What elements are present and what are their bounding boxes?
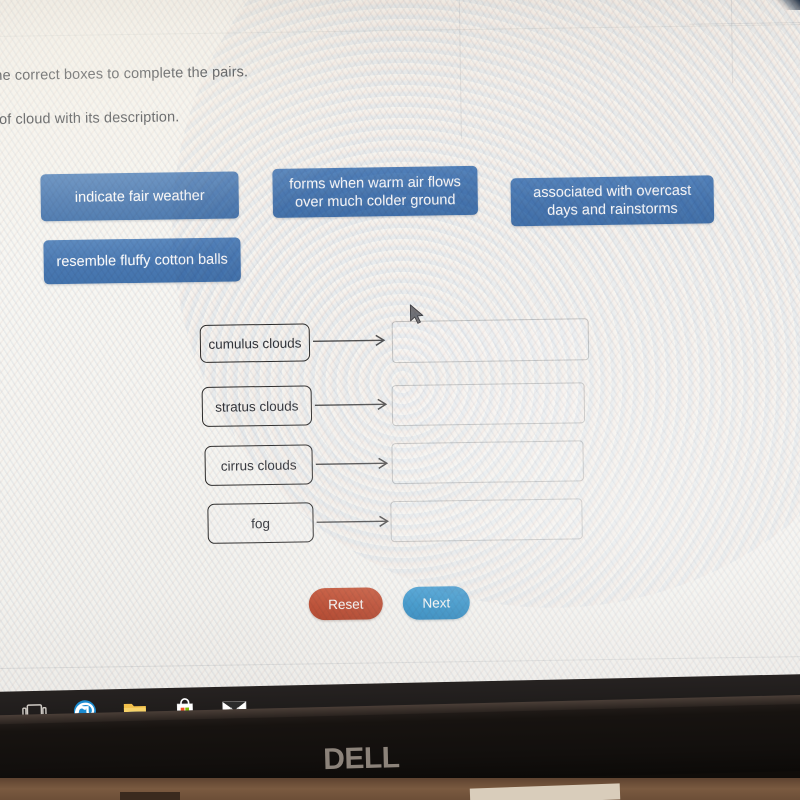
- glass-reflection-line: [458, 0, 462, 140]
- drop-zone-cirrus[interactable]: [391, 440, 584, 485]
- drop-zone-cumulus[interactable]: [391, 318, 590, 364]
- draggable-tile-fluffy-cotton-balls[interactable]: resemble fluffy cotton balls: [43, 237, 241, 285]
- match-row-cirrus: cirrus clouds: [204, 440, 584, 486]
- quiz-page: o the correct boxes to complete the pair…: [0, 0, 800, 702]
- arrow-icon: [312, 334, 386, 347]
- dell-logo-text: DELL: [322, 741, 400, 777]
- photo-of-monitor: o the correct boxes to complete the pair…: [0, 0, 800, 800]
- instruction-line-1: o the correct boxes to complete the pair…: [0, 64, 249, 85]
- term-label-cumulus-clouds: cumulus clouds: [199, 323, 311, 363]
- glass-reflection-line: [689, 21, 800, 25]
- draggable-tile-fair-weather[interactable]: indicate fair weather: [40, 171, 240, 222]
- monitor-screen: o the correct boxes to complete the pair…: [0, 0, 800, 713]
- drop-zone-stratus[interactable]: [391, 382, 586, 427]
- glass-reflection-line: [0, 655, 800, 670]
- drop-zone-fog[interactable]: [390, 498, 583, 543]
- photo-corner-vignette: [774, 0, 800, 10]
- desk-object: [120, 792, 180, 800]
- term-label-fog: fog: [207, 502, 314, 544]
- dell-logo: DELL: [323, 741, 400, 777]
- next-button[interactable]: Next: [402, 586, 471, 621]
- instruction-line-2: pe of cloud with its description.: [0, 109, 180, 128]
- glass-reflection-line: [730, 0, 734, 84]
- draggable-tile-overcast-rainstorms[interactable]: associated with overcast days and rainst…: [510, 175, 715, 227]
- reset-button[interactable]: Reset: [308, 587, 384, 621]
- arrow-icon: [316, 515, 389, 527]
- desk-object: [469, 783, 621, 800]
- match-row-stratus: stratus clouds: [201, 382, 586, 427]
- term-label-cirrus-clouds: cirrus clouds: [204, 444, 314, 486]
- term-label-stratus-clouds: stratus clouds: [201, 385, 313, 427]
- desk-surface: [0, 778, 800, 800]
- draggable-tile-warm-air-colder-ground[interactable]: forms when warm air flows over much cold…: [272, 165, 479, 218]
- arrow-icon: [315, 457, 389, 469]
- arrow-icon: [314, 398, 388, 410]
- match-row-cumulus: cumulus clouds: [199, 318, 590, 365]
- match-row-fog: fog: [207, 498, 583, 544]
- glass-reflection-line: [0, 23, 800, 38]
